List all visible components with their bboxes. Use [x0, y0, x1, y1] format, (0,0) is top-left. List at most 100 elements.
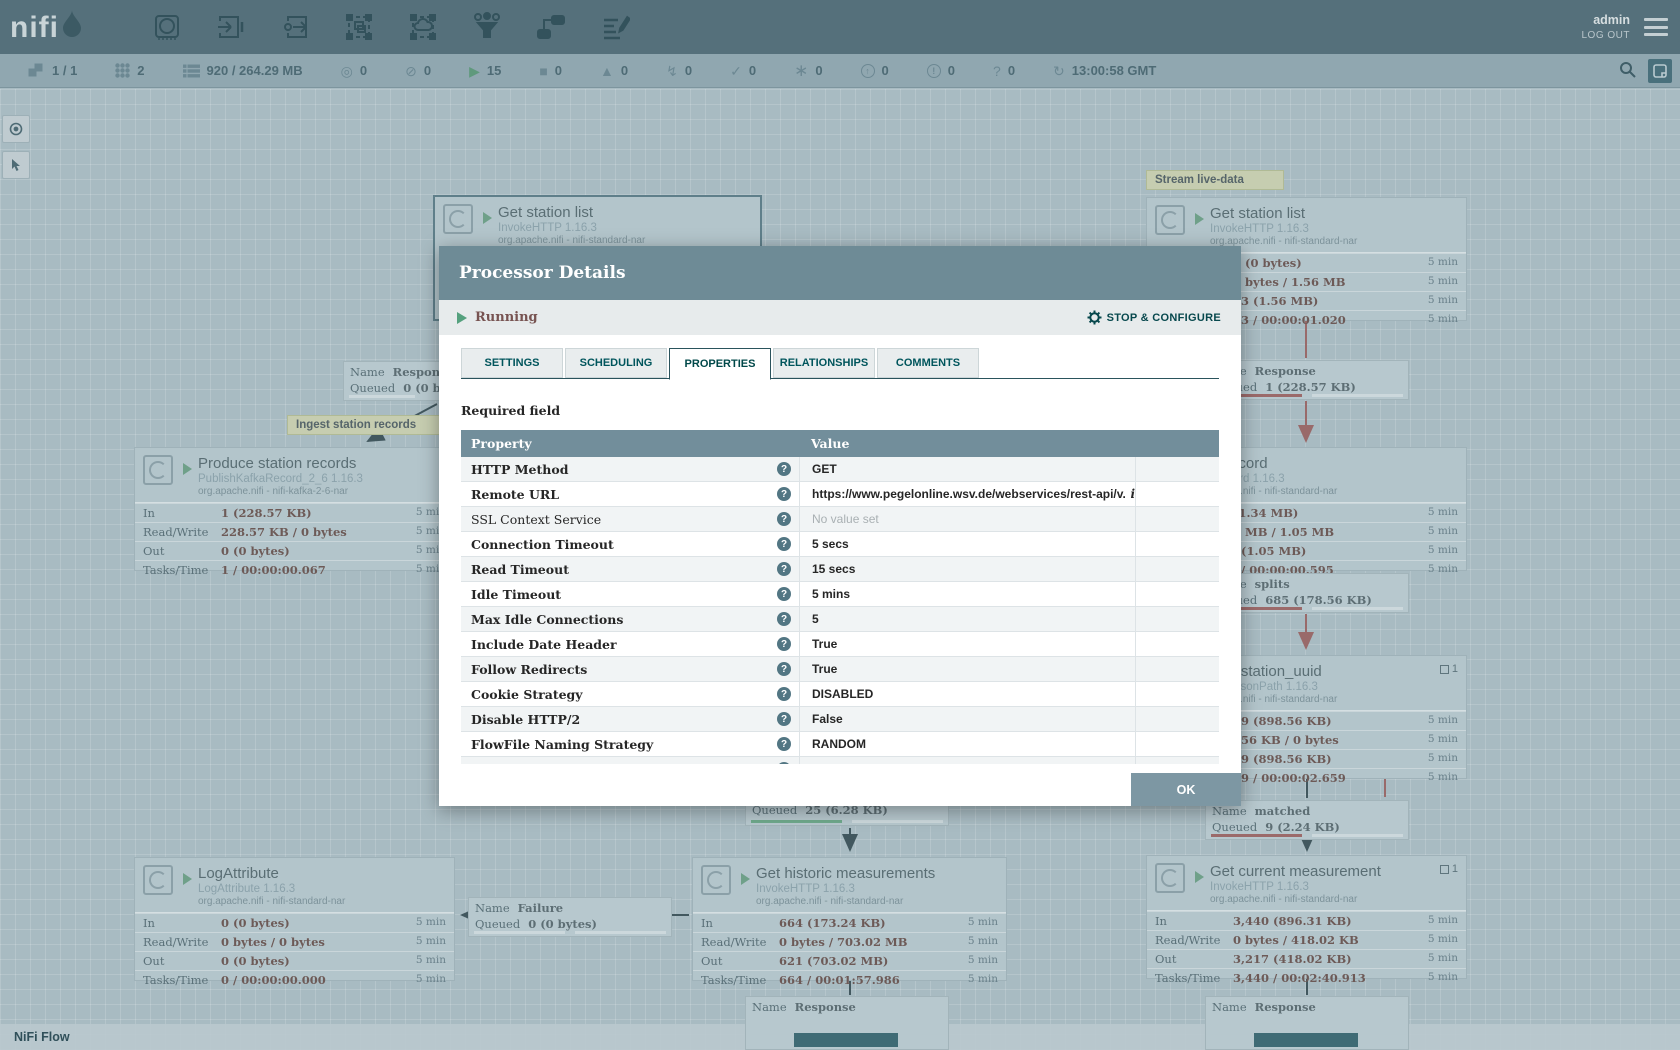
processor-type-icon	[701, 865, 731, 895]
processor-type-icon	[1155, 205, 1185, 235]
queue-full-bar	[1254, 1033, 1358, 1047]
processor-stat-row: Out0 (0 bytes)5 min	[135, 951, 454, 970]
tab-relationships[interactable]: RELATIONSHIPS	[773, 348, 875, 378]
help-icon[interactable]: ?	[777, 462, 791, 476]
threads-grid-icon	[1440, 665, 1449, 674]
running-indicator-icon	[183, 873, 192, 885]
queue-full-bar	[794, 1033, 898, 1047]
tab-settings[interactable]: SETTINGS	[461, 348, 563, 378]
property-row-connection-timeout: Connection Timeout? 5 secs	[461, 532, 1219, 557]
processor-stat-row: In1 (228.57 KB)5 min	[135, 503, 454, 522]
tab-scheduling[interactable]: SCHEDULING	[565, 348, 667, 378]
processor-type-icon	[1155, 863, 1185, 893]
property-row-max-idle-connections: Max Idle Connections? 5	[461, 607, 1219, 632]
ok-button[interactable]: OK	[1131, 773, 1241, 806]
tab-properties[interactable]: PROPERTIES	[669, 348, 771, 380]
pan-hand-button[interactable]	[2, 151, 30, 179]
info-icon[interactable]: i	[1130, 487, 1135, 501]
queue-size-bar	[852, 820, 943, 823]
processor-type-icon	[443, 204, 473, 234]
processor-stat-row: In0 (0 bytes)5 min	[135, 913, 454, 932]
help-icon[interactable]: ?	[777, 537, 791, 551]
help-icon[interactable]: ?	[777, 612, 791, 626]
processor-stat-row: Out0 (0 bytes)5 min	[135, 541, 454, 560]
property-row-follow-redirects: Follow Redirects? True	[461, 657, 1219, 682]
processor-stat-row: Tasks/Time0 / 00:00:00.0005 min	[135, 970, 454, 989]
dialog-tabs: SETTINGS SCHEDULING PROPERTIES RELATIONS…	[461, 348, 1219, 379]
help-icon[interactable]: ?	[777, 512, 791, 526]
help-icon[interactable]: ?	[777, 562, 791, 576]
processor-type-icon	[143, 865, 173, 895]
running-state-label: Running	[475, 310, 538, 325]
hand-icon	[9, 158, 24, 173]
canvas-label-ingest[interactable]: Ingest station records	[287, 415, 443, 435]
properties-table: Property Value HTTP Method? GET Remote U…	[461, 430, 1219, 764]
help-icon[interactable]: ?	[777, 712, 791, 726]
processor-get-current-measurement[interactable]: Get current measurement InvokeHTTP 1.16.…	[1146, 855, 1467, 979]
processor-stat-row: Tasks/Time3,440 / 00:02:40.9135 min	[1147, 968, 1466, 987]
property-row-include-date-header: Include Date Header? True	[461, 632, 1219, 657]
queue-count-bar	[751, 820, 842, 823]
property-row-flowfile-naming-strategy: FlowFile Naming Strategy? RANDOM	[461, 732, 1219, 757]
processor-stat-row: Read/Write0 bytes / 0 bytes5 min	[135, 932, 454, 951]
birdseye-icon	[8, 121, 24, 137]
birdseye-button[interactable]	[2, 115, 30, 143]
value-column-header: Value	[799, 436, 1136, 451]
processor-stat-row: Read/Write0 bytes / 703.02 MB5 min	[693, 932, 1006, 951]
processor-stat-row: Tasks/Time1 / 00:00:00.0675 min	[135, 560, 454, 579]
property-row-disable-http2: Disable HTTP/2? False	[461, 707, 1219, 732]
queue-size-bar	[575, 931, 666, 934]
help-icon[interactable]: ?	[777, 737, 791, 751]
required-field-note: Required field	[461, 403, 1219, 418]
tab-comments[interactable]: COMMENTS	[877, 348, 979, 378]
property-row-attributes-to-send: Attributes to Send? No value set	[461, 757, 1219, 764]
property-row-cookie-strategy: Cookie Strategy? DISABLED	[461, 682, 1219, 707]
help-icon[interactable]: ?	[777, 587, 791, 601]
queue-count-bar	[474, 931, 565, 934]
processor-stat-row: Read/Write0 bytes / 418.02 KB5 min	[1147, 930, 1466, 949]
nifi-app: nifi	[0, 0, 1680, 1050]
help-icon[interactable]: ?	[777, 662, 791, 676]
processor-stat-row: In3,440 (896.31 KB)5 min	[1147, 911, 1466, 930]
processor-type-icon	[143, 455, 173, 485]
gear-icon	[1087, 310, 1102, 325]
connection-label-failure[interactable]: NameFailure Queued0 (0 bytes)	[468, 897, 672, 937]
canvas-label-stream[interactable]: Stream live-data	[1146, 170, 1284, 190]
property-column-header: Property	[461, 436, 799, 451]
property-row-remote-url: Remote URL? https://www.pegelonline.wsv.…	[461, 482, 1219, 507]
connection-label-response-bottom-right[interactable]: NameResponse	[1205, 996, 1409, 1050]
running-indicator-icon	[183, 463, 192, 475]
running-state-icon	[457, 312, 467, 324]
help-icon[interactable]: ?	[777, 762, 791, 764]
queue-size-bar	[1312, 834, 1403, 837]
queue-count-bar	[1211, 834, 1302, 837]
processor-logattribute[interactable]: LogAttribute LogAttribute 1.16.3 org.apa…	[134, 857, 455, 981]
help-icon[interactable]: ?	[777, 637, 791, 651]
threads-grid-icon	[1440, 865, 1449, 874]
processor-stat-row: Read/Write228.57 KB / 0 bytes5 min	[135, 522, 454, 541]
stop-and-configure-button[interactable]: STOP & CONFIGURE	[1087, 310, 1221, 325]
processor-produce-station-records[interactable]: Produce station records PublishKafkaReco…	[134, 447, 455, 571]
processor-stat-row: Tasks/Time664 / 00:01:57.9865 min	[693, 970, 1006, 989]
connection-label-response-bottom-center[interactable]: NameResponse	[745, 996, 949, 1050]
connection-label-matched[interactable]: Namematched Queued9 (2.24 KB)	[1205, 800, 1409, 840]
processor-get-historic-measurements[interactable]: Get historic measurements InvokeHTTP 1.1…	[692, 857, 1007, 981]
queue-size-bar	[1312, 394, 1403, 397]
property-row-read-timeout: Read Timeout? 15 secs	[461, 557, 1219, 582]
running-indicator-icon	[483, 212, 492, 224]
running-indicator-icon	[1195, 871, 1204, 883]
active-threads-badge: 1	[1440, 663, 1458, 675]
active-threads-badge: 1	[1440, 863, 1458, 875]
queue-count-bar	[349, 395, 415, 398]
breadcrumb-nifi-flow[interactable]: NiFi Flow	[14, 1030, 70, 1044]
running-indicator-icon	[741, 873, 750, 885]
property-row-http-method: HTTP Method? GET	[461, 457, 1219, 482]
dialog-title: Processor Details	[459, 263, 626, 283]
help-icon[interactable]: ?	[777, 487, 791, 501]
processor-stat-row: In664 (173.24 KB)5 min	[693, 913, 1006, 932]
dialog-state-row: Running STOP & CONFIGURE	[439, 300, 1241, 335]
help-icon[interactable]: ?	[777, 687, 791, 701]
queue-size-bar	[1312, 607, 1403, 610]
dialog-header: Processor Details	[439, 246, 1241, 300]
processor-details-dialog: Processor Details Running STOP & CONFIGU…	[439, 246, 1241, 806]
